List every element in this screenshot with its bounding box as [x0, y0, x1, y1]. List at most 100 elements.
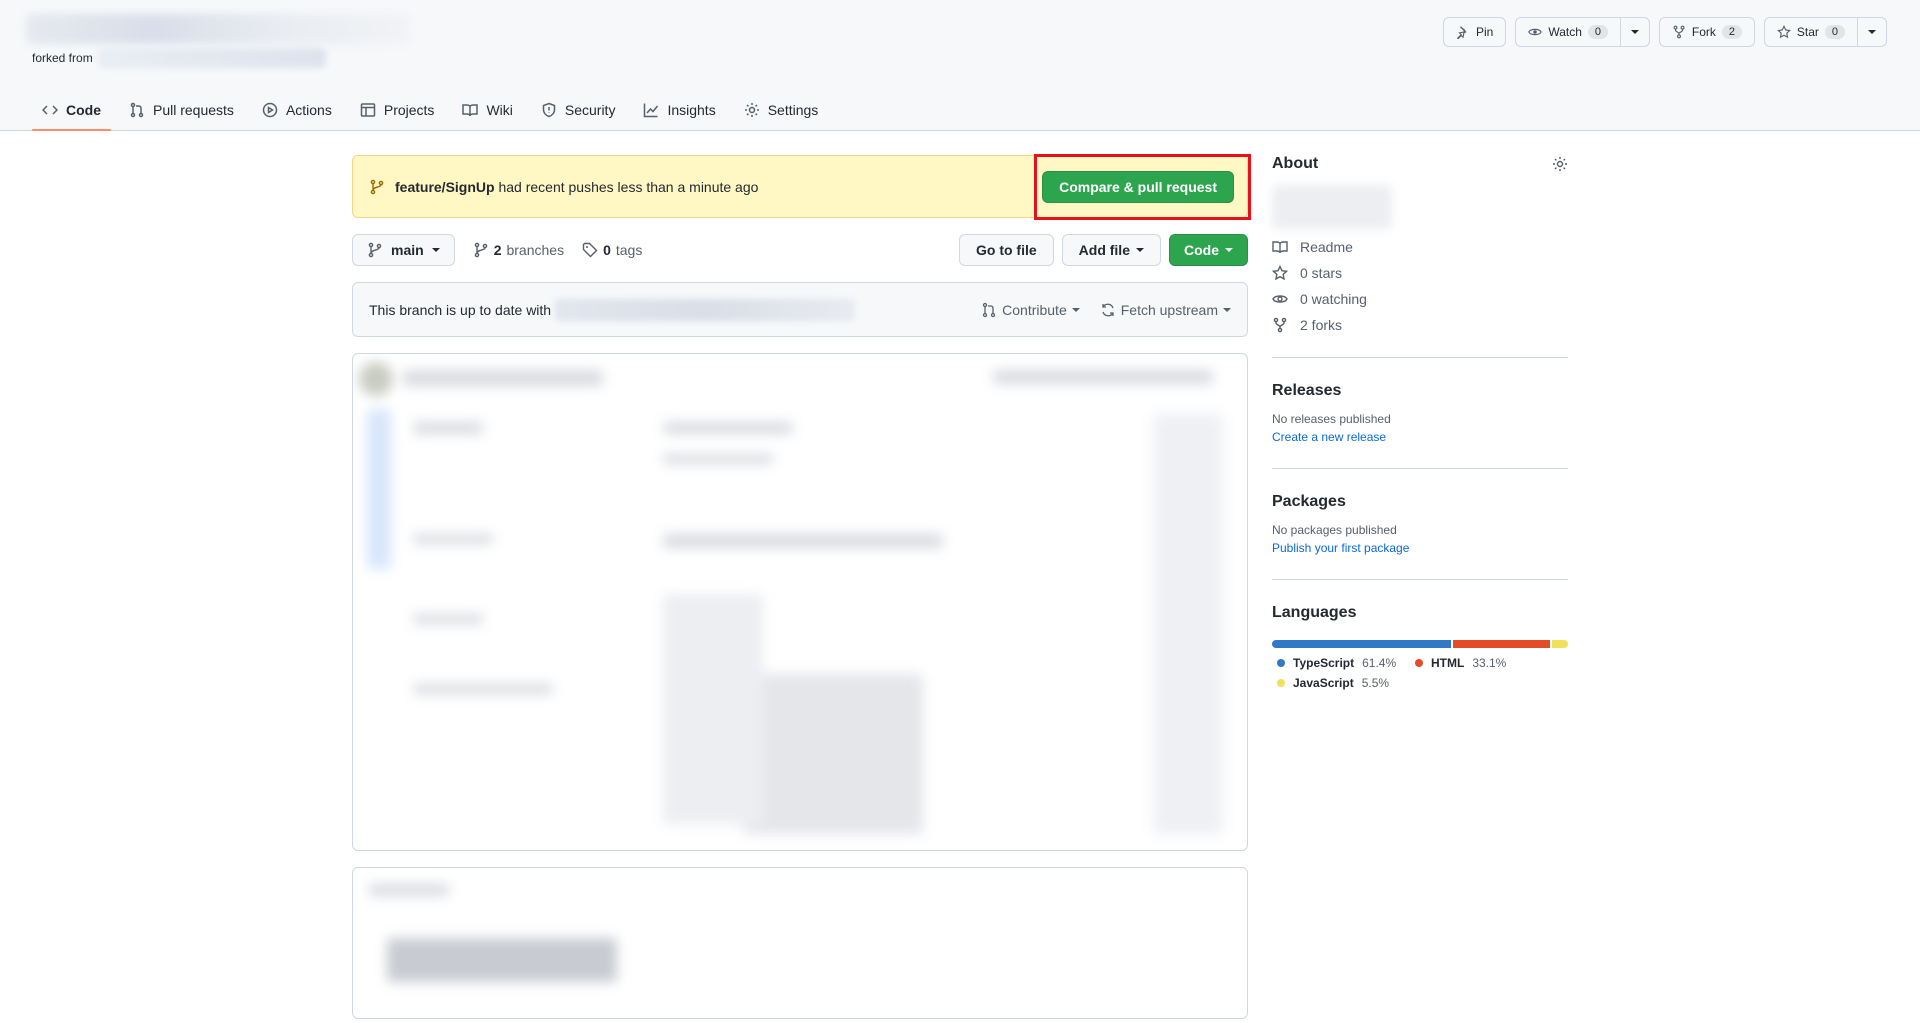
repo-sidebar: About Readme 0 stars 0 watching 2 forks …: [1272, 155, 1568, 696]
chevron-down-icon: [1071, 307, 1080, 312]
tab-pull-requests[interactable]: Pull requests: [119, 90, 244, 130]
language-item[interactable]: TypeScript 61.4%: [1272, 656, 1410, 670]
publish-package-link[interactable]: Publish your first package: [1272, 541, 1568, 555]
star-count: 0: [1824, 25, 1845, 39]
chevron-down-icon: [1136, 248, 1144, 252]
star-icon: [1272, 265, 1288, 281]
star-group: Star 0: [1763, 17, 1887, 47]
releases-title[interactable]: Releases: [1272, 382, 1568, 400]
language-bar: [1272, 640, 1568, 648]
tab-security[interactable]: Security: [531, 90, 626, 130]
recent-push-text: feature/SignUp had recent pushes less th…: [395, 179, 758, 195]
tags-link[interactable]: 0 tags: [582, 242, 642, 258]
language-name: HTML: [1431, 656, 1465, 670]
tags-count: 0: [603, 242, 611, 258]
stars-link[interactable]: 0 stars: [1272, 265, 1568, 281]
watch-dropdown-button[interactable]: [1620, 17, 1650, 47]
language-percent: 61.4%: [1362, 656, 1397, 670]
tab-wiki[interactable]: Wiki: [452, 90, 522, 130]
language-item[interactable]: HTML 33.1%: [1410, 656, 1548, 670]
file-list-redacted: [352, 353, 1248, 851]
language-percent: 33.1%: [1472, 656, 1507, 670]
contribute-button[interactable]: Contribute: [981, 302, 1080, 318]
watch-button[interactable]: Watch 0: [1515, 17, 1621, 47]
tab-label: Security: [564, 102, 616, 118]
branches-link[interactable]: 2 branches: [473, 242, 564, 258]
pin-icon: [1457, 26, 1467, 39]
language-list: TypeScript 61.4% HTML 33.1% JavaScript 5…: [1272, 656, 1568, 696]
readme-redacted: [352, 867, 1248, 1019]
stars-label: 0 stars: [1300, 265, 1343, 281]
main-content: feature/SignUp had recent pushes less th…: [352, 154, 1251, 1019]
watching-link[interactable]: 0 watching: [1272, 291, 1568, 307]
branch-status-text: This branch is up to date with: [369, 301, 552, 318]
code-button[interactable]: Code: [1169, 234, 1248, 266]
fork-label: Fork: [1691, 25, 1716, 39]
divider: [1272, 579, 1568, 580]
code-label: Code: [1184, 242, 1219, 258]
tab-label: Projects: [383, 102, 435, 118]
language-name: TypeScript: [1293, 656, 1355, 670]
language-name: JavaScript: [1293, 676, 1354, 690]
tab-label: Pull requests: [153, 102, 234, 118]
add-file-label: Add file: [1078, 242, 1130, 258]
create-release-link[interactable]: Create a new release: [1272, 430, 1568, 444]
tab-code[interactable]: Code: [32, 90, 111, 131]
star-icon: [1776, 25, 1791, 39]
fork-icon: [1273, 317, 1287, 333]
tab-settings[interactable]: Settings: [734, 90, 829, 130]
go-to-file-button[interactable]: Go to file: [958, 234, 1054, 266]
upstream-redacted: [555, 298, 856, 321]
languages-title: Languages: [1272, 604, 1357, 621]
shield-icon: [542, 102, 556, 118]
repo-title-redacted: [26, 14, 410, 44]
tag-icon: [582, 242, 598, 258]
fetch-upstream-button[interactable]: Fetch upstream: [1100, 302, 1231, 318]
chevron-down-icon: [1223, 307, 1231, 312]
readme-link[interactable]: Readme: [1272, 239, 1568, 255]
tab-projects[interactable]: Projects: [350, 90, 445, 130]
divider: [1272, 468, 1568, 469]
tab-label: Insights: [667, 102, 716, 118]
language-dot: [1277, 679, 1285, 687]
chevron-down-icon: [1630, 30, 1639, 34]
branches-count: 2: [493, 242, 502, 258]
book-icon: [462, 104, 479, 117]
watching-label: 0 watching: [1300, 291, 1367, 307]
contribute-label: Contribute: [1002, 301, 1067, 318]
forks-link[interactable]: 2 forks: [1272, 317, 1568, 333]
fork-button[interactable]: Fork 2: [1658, 17, 1755, 47]
toolbar-actions: Go to file Add file Code: [958, 234, 1248, 266]
pin-button[interactable]: Pin: [1443, 17, 1507, 47]
tab-insights[interactable]: Insights: [633, 90, 725, 130]
tab-actions[interactable]: Actions: [252, 90, 342, 130]
recent-push-message: had recent pushes less than a minute ago: [498, 178, 759, 195]
chevron-down-icon: [431, 248, 440, 252]
about-title: About: [1272, 155, 1319, 172]
book-icon: [1272, 241, 1288, 254]
branch-icon: [370, 179, 384, 194]
watch-count: 0: [1587, 25, 1608, 39]
about-description-redacted: [1272, 185, 1392, 229]
star-label: Star: [1796, 25, 1819, 39]
add-file-button[interactable]: Add file: [1061, 234, 1161, 266]
language-item[interactable]: JavaScript 5.5%: [1272, 676, 1410, 690]
branch-status-actions: Contribute Fetch upstream: [981, 302, 1231, 318]
tab-label: Settings: [767, 102, 819, 118]
branch-select-button[interactable]: main: [352, 234, 455, 266]
pull-request-icon: [130, 102, 144, 118]
gear-icon[interactable]: [1552, 156, 1568, 172]
recent-push-branch[interactable]: feature/SignUp: [395, 179, 495, 195]
language-dot: [1415, 659, 1423, 667]
fetch-upstream-label: Fetch upstream: [1120, 301, 1218, 318]
tab-label: Actions: [285, 102, 332, 118]
star-dropdown-button[interactable]: [1857, 17, 1887, 47]
about-section-header: About: [1272, 155, 1568, 173]
language-bar-segment: [1272, 640, 1452, 648]
repo-header: forked from Pin Watch 0 Fork 2 Star 0 Co…: [0, 0, 1920, 131]
divider: [1272, 357, 1568, 358]
star-button[interactable]: Star 0: [1763, 17, 1858, 47]
sync-icon: [1102, 303, 1114, 316]
packages-title[interactable]: Packages: [1272, 493, 1568, 511]
language-bar-segment: [1551, 640, 1568, 648]
